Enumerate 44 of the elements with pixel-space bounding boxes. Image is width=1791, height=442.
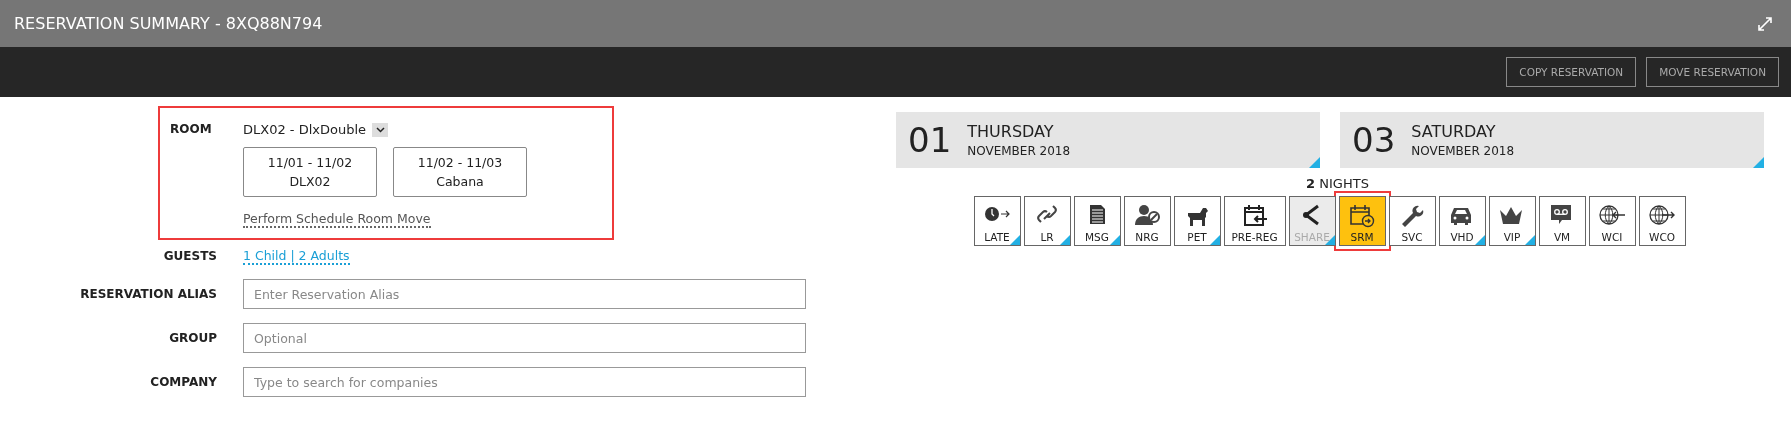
action-button[interactable]: VHD <box>1438 196 1486 246</box>
window-title: RESERVATION SUMMARY - 8XQ88N794 <box>14 14 323 33</box>
corner-triangle-icon <box>1753 157 1764 168</box>
action-button[interactable]: PET <box>1173 196 1221 246</box>
action-button[interactable]: WCO <box>1638 196 1686 246</box>
field-label: COMPANY <box>149 375 217 389</box>
corner-triangle-icon <box>1309 157 1320 168</box>
schedule-room-move-link[interactable]: Perform Schedule Room Move <box>243 211 431 228</box>
action-button[interactable]: LR <box>1023 196 1071 246</box>
action-button[interactable]: WCI <box>1588 196 1636 246</box>
room-select[interactable]: DLX02 - DlxDouble <box>243 122 367 137</box>
date-day: 01 <box>908 120 952 160</box>
action-button[interactable]: LATE <box>973 196 1021 246</box>
input-field[interactable]: Enter Reservation Alias <box>243 279 806 309</box>
action-button[interactable]: NRG <box>1123 196 1171 246</box>
action-button[interactable]: PRE-REG <box>1223 196 1286 246</box>
action-button[interactable]: VM <box>1538 196 1586 246</box>
caret-icon <box>375 126 385 133</box>
field-label: ROOM <box>170 122 213 138</box>
expand-icon[interactable] <box>1757 15 1773 32</box>
toolbar-button[interactable]: COPY RESERVATION <box>1506 57 1637 87</box>
calendar-arrow-icon <box>1348 202 1376 228</box>
room-segment-button[interactable]: 11/02 - 11/03 Cabana <box>393 147 527 197</box>
input-field[interactable]: Type to search for companies <box>243 367 806 397</box>
date-day: 03 <box>1352 120 1396 160</box>
room-segment-button[interactable]: 11/01 - 11/02 DLX02 <box>243 147 377 197</box>
action-button[interactable]: SRM <box>1338 196 1386 246</box>
nights-count: 2 NIGHTS <box>1305 176 1370 191</box>
dropdown-button[interactable] <box>372 122 389 137</box>
action-button[interactable]: MSG <box>1073 196 1121 246</box>
field-label: GUESTS <box>162 249 217 263</box>
globe-arrow-icon <box>1598 202 1626 228</box>
field-label: RESERVATION ALIAS <box>79 287 217 301</box>
globe-arrow-icon <box>1648 202 1676 228</box>
action-button[interactable]: SVC <box>1388 196 1436 246</box>
person-blocked-icon <box>1133 202 1161 228</box>
date-month: NOVEMBER 2018 <box>1411 144 1515 158</box>
field-label: GROUP <box>168 331 217 345</box>
input-field[interactable]: Optional <box>243 323 806 353</box>
date-month: NOVEMBER 2018 <box>967 144 1071 158</box>
toolbar-button[interactable]: MOVE RESERVATION <box>1646 57 1779 87</box>
date-weekday: THURSDAY <box>967 122 1055 141</box>
date-weekday: SATURDAY <box>1411 122 1497 141</box>
action-button[interactable]: VIP <box>1488 196 1536 246</box>
